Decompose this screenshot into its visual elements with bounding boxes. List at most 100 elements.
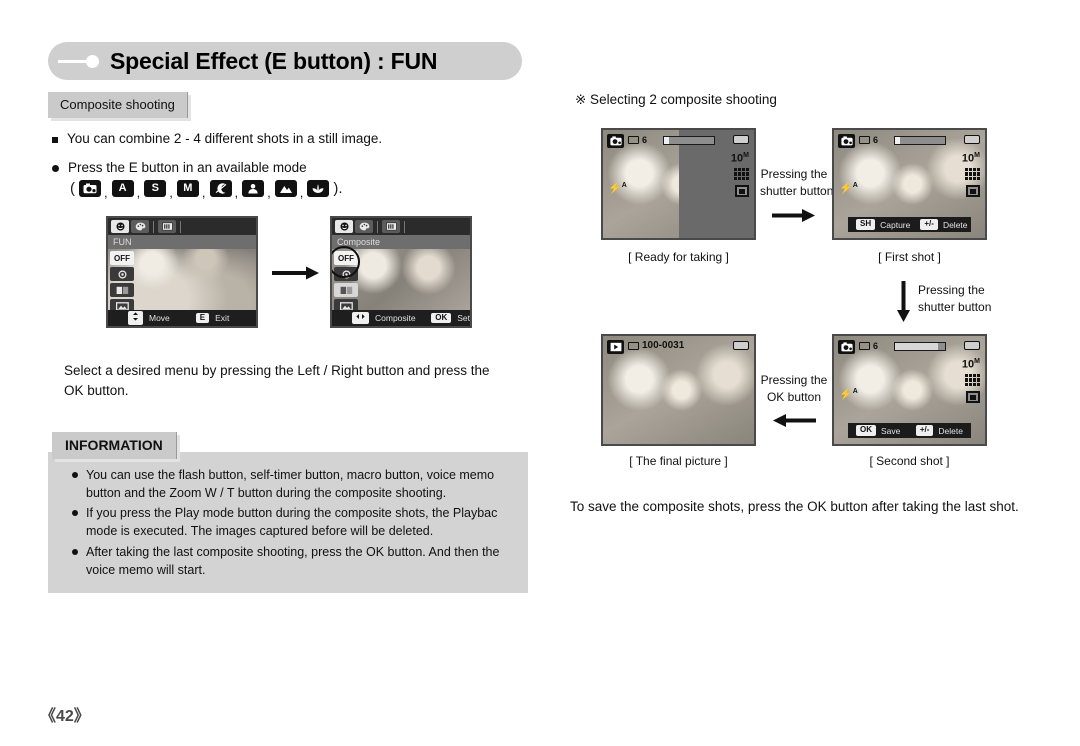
step-label-pressing-shutter-2: Pressing the shutter button: [918, 283, 992, 315]
page-title: Special Effect (E button) : FUN: [110, 47, 438, 74]
play-mode-icon: [607, 340, 624, 354]
image-quality-icon: [965, 168, 980, 180]
caption-first-shot: [ First shot ]: [878, 250, 941, 264]
menu-item-composite[interactable]: [110, 283, 134, 297]
tab-image-edit-icon[interactable]: [158, 220, 176, 233]
flash-mode-icon: ⚡A: [839, 388, 858, 401]
footer-label-composite: Composite: [375, 313, 416, 323]
information-item-text: You can use the flash button, self-timer…: [86, 468, 495, 501]
composite-progress-bar: [663, 136, 715, 145]
arrow-right-menu-icon: [272, 266, 319, 280]
up-down-key-icon: [128, 311, 143, 325]
shots-remaining-count: 6: [873, 135, 879, 145]
bullet-combine-shots-text: You can combine 2 - 4 different shots in…: [67, 131, 383, 146]
lcd-screen-ready-for-taking: 6 10M ⚡A: [601, 128, 756, 240]
memory-card-icon: [628, 136, 639, 144]
footer-label-delete: Delete: [938, 425, 963, 436]
resolution-indicator: 10M: [961, 152, 980, 165]
record-mode-icon: [838, 134, 855, 148]
lcd-menu-tab-bar-2: [332, 218, 470, 235]
tab-image-edit-icon-2[interactable]: [382, 220, 400, 233]
close-paren: ).: [333, 180, 343, 197]
battery-icon: [733, 341, 749, 350]
step-label-pressing-shutter-1: Pressing the shutter button: [760, 167, 834, 199]
battery-icon: [964, 341, 980, 350]
menu-item-off[interactable]: OFF: [110, 251, 134, 265]
night-scene-mode-icon: [209, 180, 232, 197]
arrow-down-step2-icon: [897, 281, 910, 322]
bullet-combine-shots: You can combine 2 - 4 different shots in…: [52, 131, 382, 146]
lcd-menu-title-composite: Composite: [332, 235, 470, 249]
lcd-footer-bar-left: Move E Exit: [108, 310, 256, 326]
footer-label-exit: Exit: [215, 313, 230, 323]
information-item: After taking the last composite shooting…: [72, 543, 510, 579]
tab-color-icon-2[interactable]: [355, 220, 373, 233]
battery-icon: [964, 135, 980, 144]
mode-separator-5: ,: [234, 185, 239, 200]
round-bullet-icon: [52, 165, 59, 172]
lcd-photo-final: [603, 336, 754, 444]
step-label-pressing-ok: Pressing the OK button: [760, 373, 828, 405]
caption-second-shot: [ Second shot ]: [869, 454, 950, 468]
information-item: If you press the Play mode button during…: [72, 504, 510, 540]
file-number-indicator: 100-0031: [628, 340, 684, 351]
memory-card-icon: [628, 341, 639, 350]
caption-final-picture: [ The final picture ]: [629, 454, 728, 468]
tab-fun-icon[interactable]: [111, 220, 129, 233]
plus-minus-key: +/-: [920, 219, 938, 230]
save-composite-note: To save the composite shots, press the O…: [570, 499, 1019, 514]
section-tab-composite-shooting: Composite shooting: [48, 92, 188, 118]
bullet-press-e-button-text: Press the E button in an available mode: [68, 160, 307, 175]
record-mode-icon: [838, 340, 855, 354]
manual-page: Special Effect (E button) : FUN Composit…: [0, 0, 1080, 746]
flash-mode-icon: ⚡A: [608, 182, 627, 195]
menu-item-composite-selected[interactable]: [334, 283, 358, 297]
arrow-left-step3-icon: [773, 414, 816, 427]
lcd-menu-tab-bar: [108, 218, 256, 235]
file-number-text: 100-0031: [642, 340, 685, 351]
tab-fun-icon-2[interactable]: [335, 220, 353, 233]
lcd-footer-bar-right: Composite OK Set: [332, 310, 470, 326]
footer-label-delete: Delete: [942, 219, 968, 230]
metering-mode-icon: [966, 391, 980, 403]
footer-label-set: Set: [457, 313, 470, 323]
auto-camera-mode-icon: [79, 180, 101, 197]
portrait-mode-icon: [242, 180, 265, 197]
metering-mode-icon: [966, 185, 980, 197]
lcd-footer-first-shot: SH Capture +/- Delete: [848, 217, 971, 232]
tab-separator-3: [377, 220, 378, 233]
shots-remaining-count: 6: [873, 341, 879, 351]
tab-separator-2: [180, 220, 181, 233]
information-item-text: After taking the last composite shooting…: [86, 544, 500, 577]
shots-remaining: 6: [628, 135, 647, 145]
composite-progress-bar: [894, 342, 946, 351]
ok-key: OK: [856, 425, 876, 436]
lcd-screen-second-shot: 6 10M ⚡A OK Save +/- Delete: [832, 334, 987, 446]
square-bullet-icon: [52, 137, 58, 143]
left-right-key-icon: [352, 312, 369, 324]
lcd-screen-fun-menu: FUN OFF Move E Exit: [106, 216, 258, 328]
header-bullet-icon: [48, 42, 110, 80]
image-quality-icon: [965, 374, 980, 386]
mode-separator-3: ,: [169, 185, 173, 200]
manual-mode-icon: M: [176, 180, 199, 197]
mode-separator-1: ,: [104, 185, 108, 200]
arrow-right-step1-icon: [772, 209, 815, 222]
open-paren: (: [70, 180, 75, 197]
menu-item-highlight[interactable]: [110, 267, 134, 281]
mode-separator-4: ,: [201, 185, 206, 200]
information-box: You can use the flash button, self-timer…: [48, 452, 528, 593]
mode-separator-2: ,: [136, 185, 141, 200]
shutter-priority-mode-icon: S: [144, 180, 167, 197]
flash-mode-icon: ⚡A: [839, 182, 858, 195]
empty-frame-area: [678, 130, 754, 238]
bullet-press-e-button: Press the E button in an available mode: [52, 160, 307, 175]
lcd-screen-composite-menu: Composite OFF Composite OK Set: [330, 216, 472, 328]
lcd-menu-item-list: OFF: [110, 251, 136, 315]
round-bullet-icon: [72, 510, 78, 517]
shutter-key: SH: [856, 219, 876, 230]
battery-icon: [733, 135, 749, 144]
round-bullet-icon: [72, 548, 78, 555]
tab-color-icon[interactable]: [131, 220, 149, 233]
aperture-priority-mode-icon: A: [111, 180, 134, 197]
